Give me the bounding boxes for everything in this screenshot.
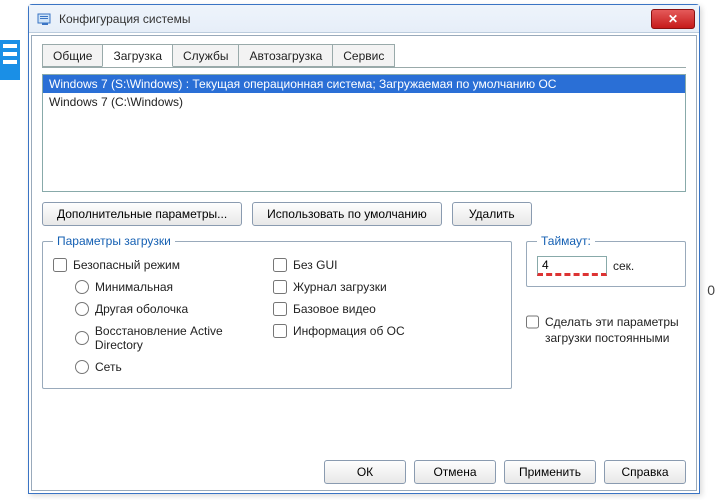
timeout-legend: Таймаут: <box>537 234 595 248</box>
boot-params-group: Параметры загрузки Безопасный режим Мини… <box>42 234 512 389</box>
delete-button[interactable]: Удалить <box>452 202 532 226</box>
apply-button[interactable]: Применить <box>504 460 596 484</box>
advanced-options-button[interactable]: Дополнительные параметры... <box>42 202 242 226</box>
timeout-unit: сек. <box>613 259 634 273</box>
boot-entry[interactable]: Windows 7 (C:\Windows) <box>43 93 685 111</box>
persist-checkbox[interactable] <box>526 315 539 329</box>
safe-mode-label: Безопасный режим <box>73 258 180 272</box>
base-video-label: Базовое видео <box>293 302 376 316</box>
boot-log-label: Журнал загрузки <box>293 280 387 294</box>
persist-row: Сделать эти параметры загрузки постоянны… <box>526 315 686 346</box>
tab-row: Общие Загрузка Службы Автозагрузка Серви… <box>42 44 686 68</box>
minimal-radio[interactable] <box>75 280 89 294</box>
close-button[interactable]: ✕ <box>651 9 695 29</box>
network-radio[interactable] <box>75 360 89 374</box>
tab-boot[interactable]: Загрузка <box>102 44 173 67</box>
network-label: Сеть <box>95 360 122 374</box>
close-icon: ✕ <box>668 12 678 26</box>
minimal-label: Минимальная <box>95 280 173 294</box>
tab-general[interactable]: Общие <box>42 44 103 67</box>
tab-tools[interactable]: Сервис <box>332 44 395 67</box>
client-area: Общие Загрузка Службы Автозагрузка Серви… <box>31 35 697 491</box>
left-menu-icon <box>0 40 20 80</box>
no-gui-label: Без GUI <box>293 258 337 272</box>
timeout-group: Таймаут: сек. <box>526 234 686 287</box>
ad-repair-label: Восстановление Active Directory <box>95 324 273 352</box>
boot-params-legend: Параметры загрузки <box>53 234 175 248</box>
boot-col-left: Безопасный режим Минимальная Другая обол… <box>53 254 273 378</box>
msconfig-window: Конфигурация системы ✕ Общие Загрузка Сл… <box>28 4 700 494</box>
set-default-button[interactable]: Использовать по умолчанию <box>252 202 442 226</box>
timeout-input[interactable] <box>537 256 607 276</box>
background-char: 0 <box>707 282 715 298</box>
alt-shell-label: Другая оболочка <box>95 302 188 316</box>
ok-button[interactable]: ОК <box>324 460 406 484</box>
os-info-checkbox[interactable] <box>273 324 287 338</box>
tab-startup[interactable]: Автозагрузка <box>238 44 333 67</box>
os-info-label: Информация об ОС <box>293 324 405 338</box>
timeout-section: Таймаут: сек. Сделать эти параметры загр… <box>526 234 686 346</box>
alt-shell-radio[interactable] <box>75 302 89 316</box>
dialog-footer: ОК Отмена Применить Справка <box>42 450 686 484</box>
middle-section: Параметры загрузки Безопасный режим Мини… <box>42 234 686 389</box>
no-gui-checkbox[interactable] <box>273 258 287 272</box>
boot-col-right: Без GUI Журнал загрузки Базовое видео Ин… <box>273 254 443 378</box>
tab-services[interactable]: Службы <box>172 44 239 67</box>
base-video-checkbox[interactable] <box>273 302 287 316</box>
ad-repair-radio[interactable] <box>75 331 89 345</box>
boot-log-checkbox[interactable] <box>273 280 287 294</box>
help-button[interactable]: Справка <box>604 460 686 484</box>
window-title: Конфигурация системы <box>59 12 645 26</box>
boot-list[interactable]: Windows 7 (S:\Windows) : Текущая операци… <box>42 74 686 192</box>
boot-entry-selected[interactable]: Windows 7 (S:\Windows) : Текущая операци… <box>43 75 685 93</box>
app-icon <box>37 11 53 27</box>
persist-label: Сделать эти параметры загрузки постоянны… <box>545 315 686 346</box>
boot-buttons: Дополнительные параметры... Использовать… <box>42 202 686 226</box>
titlebar: Конфигурация системы ✕ <box>29 5 699 33</box>
cancel-button[interactable]: Отмена <box>414 460 496 484</box>
safe-mode-checkbox[interactable] <box>53 258 67 272</box>
